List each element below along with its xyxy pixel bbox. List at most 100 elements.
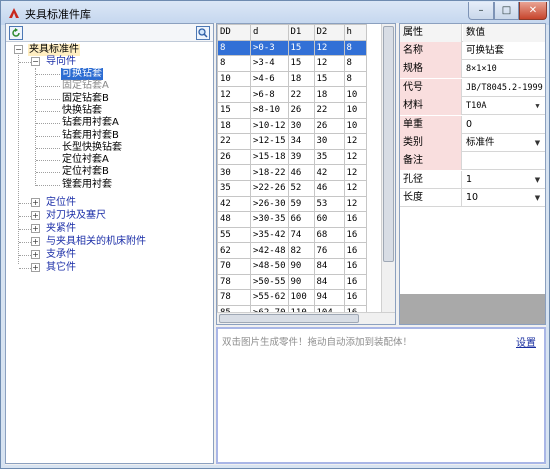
table-cell: 22 (313, 101, 345, 119)
tree-panel: − 夹具标准件 − 导向件 可换钻套 固定钻套A 固定钻套B 快换钻套 钻套用衬套A 钻套… (5, 23, 214, 464)
table-cell: 52 (287, 179, 315, 197)
category-expander[interactable]: + (31, 211, 40, 220)
table-cell: 8 (217, 55, 251, 72)
property-key: 材料 (400, 97, 462, 116)
table-cell: >55-62 (250, 289, 289, 306)
property-value[interactable]: 10 ▼ (463, 189, 545, 207)
table-row[interactable]: 8 >3-4 15 12 8 (217, 55, 367, 72)
table-cell: 84 (313, 273, 345, 291)
property-value[interactable]: 标准件 ▼ (463, 134, 545, 152)
table-row[interactable]: 12 >6-8 22 18 10 (217, 86, 367, 103)
close-button[interactable]: ✕ (519, 2, 547, 20)
vertical-scroll-thumb[interactable] (383, 26, 394, 262)
search-button[interactable] (196, 26, 210, 40)
table-row[interactable]: 22 >12-15 34 30 12 (217, 133, 367, 150)
table-cell: 18 (287, 70, 315, 88)
table-cell: 66 (287, 211, 315, 228)
preview-panel[interactable]: 双击图片生成零件！拖动自动添加到装配体！ 设置 (216, 327, 546, 464)
table-row[interactable]: 8 >0-3 15 12 8 (217, 39, 367, 57)
property-value[interactable]: 可换钻套 (463, 42, 545, 60)
property-value-text: 0 (466, 118, 473, 130)
table-row[interactable]: 48 >30-35 66 60 16 (217, 211, 367, 228)
dropdown-arrow-icon[interactable]: ▼ (532, 174, 543, 186)
table-row[interactable]: 42 >26-30 59 53 12 (217, 195, 367, 213)
title-bar[interactable]: 夹具标准件库 – □ ✕ (1, 1, 549, 25)
table-cell: 46 (313, 179, 345, 197)
table-row[interactable]: 10 >4-6 18 15 8 (217, 70, 367, 88)
dropdown-arrow-icon[interactable]: ▼ (532, 192, 543, 204)
table-vertical-scrollbar[interactable] (381, 24, 395, 312)
table-row[interactable]: 15 >8-10 26 22 10 (217, 101, 367, 119)
table-cell: 35 (217, 179, 251, 197)
property-value[interactable]: T10A ▼ (463, 97, 545, 115)
table-cell: 84 (313, 257, 345, 275)
table-row[interactable]: 26 >15-18 39 35 12 (217, 148, 367, 166)
table-row[interactable]: 70 >48-50 90 84 16 (217, 257, 367, 275)
table-cell: 8 (343, 55, 367, 72)
category-expander[interactable]: + (31, 198, 40, 207)
dropdown-arrow-icon[interactable]: ▼ (532, 137, 543, 149)
tree-leaf-label: 固定钻套B (62, 92, 109, 104)
tree-line (19, 62, 31, 63)
properties-empty-area (400, 294, 545, 324)
tree-category-label: 夹紧件 (46, 223, 76, 234)
root-expander[interactable]: − (14, 45, 23, 54)
property-key: 备注 (400, 152, 462, 171)
property-value[interactable] (463, 152, 545, 170)
table-cell: 16 (343, 211, 367, 228)
settings-link[interactable]: 设置 (516, 334, 536, 349)
table-cell: >6-8 (250, 86, 289, 103)
size-table-panel: DD d D1 D2 h 8 >0-3 15 12 8 8 >3-4 15 12 8 10 >4-6 18 15 8… (216, 23, 396, 325)
table-cell: 18 (313, 86, 345, 103)
property-row: 孔径 1 ▼ (400, 170, 545, 189)
property-value[interactable]: 8×1×10 (463, 60, 545, 78)
minimize-button[interactable]: – (468, 2, 494, 20)
table-row[interactable]: 55 >35-42 74 68 16 (217, 226, 367, 244)
property-value[interactable]: 0 (463, 116, 545, 134)
category-expander[interactable]: + (31, 237, 40, 246)
guides-expander[interactable]: − (31, 57, 40, 66)
table-column-header[interactable]: h (343, 24, 367, 41)
table-column-header[interactable]: D1 (287, 24, 315, 41)
category-expander[interactable]: + (31, 250, 40, 259)
table-cell: >0-3 (250, 39, 289, 57)
table-row[interactable]: 62 >42-48 82 76 16 (217, 242, 367, 259)
table-cell: >8-10 (250, 101, 289, 119)
tree-leaf-label: 长型快换钻套 (62, 141, 122, 153)
table-cell: 16 (343, 289, 367, 306)
table-column-header[interactable]: D2 (313, 24, 345, 41)
table-cell: 18 (217, 117, 251, 135)
tree-line (19, 255, 31, 256)
table-row[interactable]: 30 >18-22 46 42 12 (217, 164, 367, 181)
table-row[interactable]: 18 >10-12 30 26 10 (217, 117, 367, 135)
table-cell: 16 (343, 242, 367, 259)
window-title: 夹具标准件库 (25, 8, 91, 21)
table-cell: 78 (217, 273, 251, 291)
category-expander[interactable]: + (31, 263, 40, 272)
table-cell: 22 (287, 86, 315, 103)
dropdown-arrow-icon[interactable]: ▼ (532, 100, 543, 112)
table-column-header[interactable]: d (250, 24, 289, 41)
property-row: 类别 标准件 ▼ (400, 134, 545, 152)
tree-line (36, 160, 60, 162)
property-value[interactable]: 1 ▼ (463, 171, 545, 189)
horizontal-scroll-thumb[interactable] (219, 314, 359, 323)
table-row[interactable]: 35 >22-26 52 46 12 (217, 179, 367, 197)
table-row[interactable]: 78 >55-62 100 94 16 (217, 289, 367, 306)
table-cell: 15 (287, 55, 315, 72)
refresh-button[interactable] (9, 26, 23, 40)
maximize-button[interactable]: □ (494, 2, 519, 20)
property-row: 材料 T10A ▼ (400, 97, 545, 116)
tree-leaf-label: 可换钻套 (61, 68, 103, 80)
tree-line (19, 268, 31, 269)
table-cell: 12 (313, 55, 345, 72)
property-value[interactable]: JB/T8045.2-1999 (463, 79, 545, 97)
category-expander[interactable]: + (31, 224, 40, 233)
table-row[interactable]: 78 >50-55 90 84 16 (217, 273, 367, 291)
table-cell: >48-50 (250, 257, 289, 275)
property-row: 长度 10 ▼ (400, 189, 545, 208)
table-cell: 48 (217, 211, 251, 228)
table-horizontal-scrollbar[interactable] (217, 312, 395, 324)
main-window: 夹具标准件库 – □ ✕ − 夹具标准件 − 导向件 可换钻套 固定钻套A 固定… (0, 0, 550, 469)
table-column-header[interactable]: DD (217, 24, 251, 41)
